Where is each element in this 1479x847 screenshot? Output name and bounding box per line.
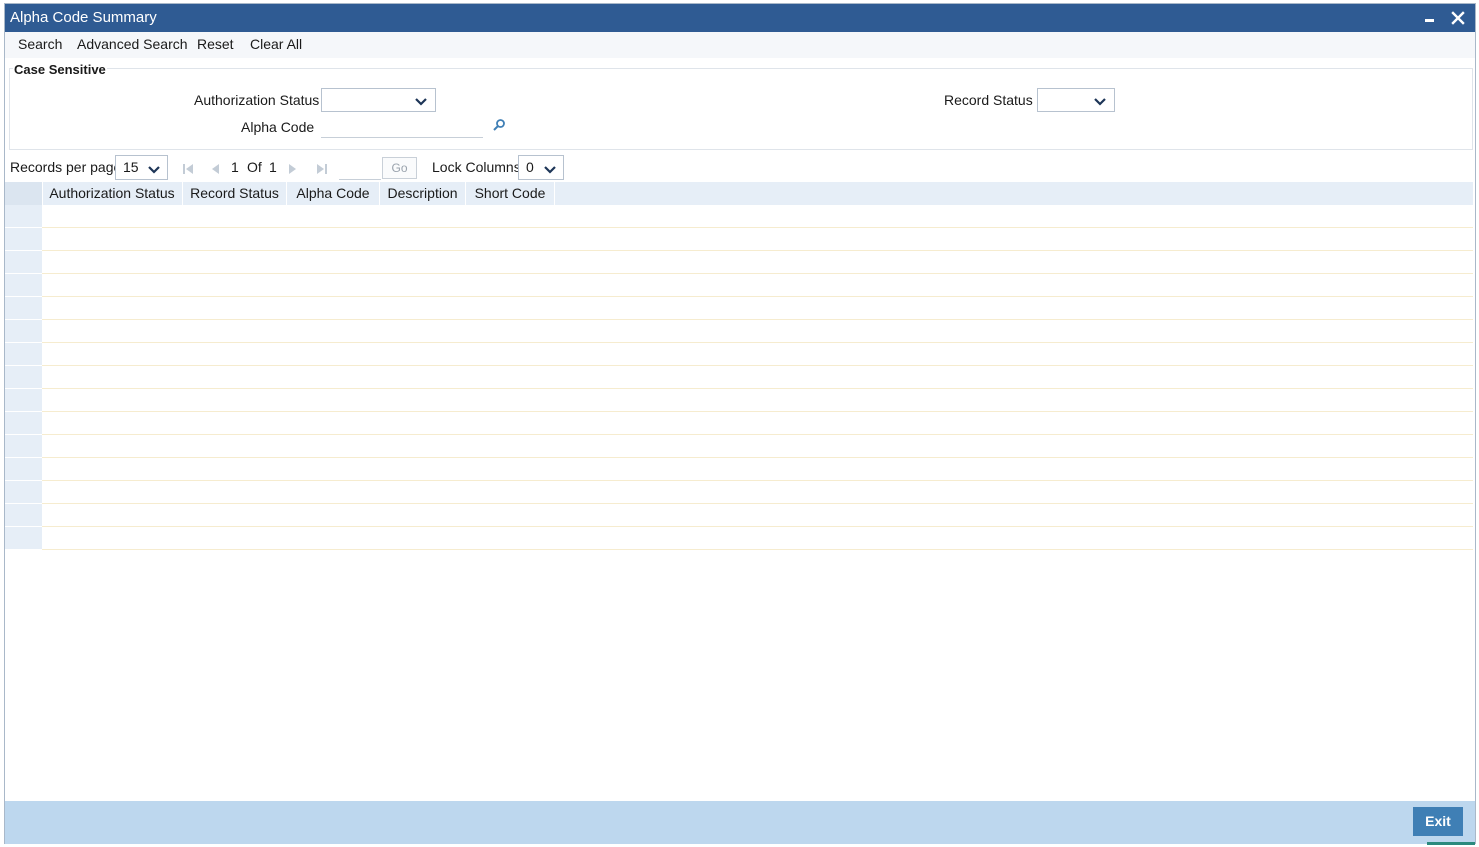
chevron-down-icon [414, 94, 428, 110]
row-selector[interactable] [5, 458, 42, 481]
row-selector[interactable] [5, 366, 42, 389]
exit-button[interactable]: Exit [1413, 807, 1463, 836]
record-status-select[interactable] [1037, 88, 1115, 112]
window-title: Alpha Code Summary [10, 9, 157, 26]
row-selector[interactable] [5, 320, 42, 343]
table-row[interactable] [42, 458, 1473, 481]
first-page-icon[interactable] [182, 162, 194, 178]
table-row[interactable] [42, 274, 1473, 297]
table-row[interactable] [42, 251, 1473, 274]
column-alpha-code[interactable]: Alpha Code [287, 182, 380, 205]
current-page: 1 [231, 159, 239, 175]
authorization-status-select[interactable] [321, 88, 436, 112]
search-criteria-panel [9, 68, 1473, 150]
table-row[interactable] [42, 389, 1473, 412]
minimize-icon[interactable] [1423, 10, 1437, 24]
alpha-code-summary-window: Alpha Code Summary Search Advanced Searc… [4, 3, 1476, 845]
reset-button[interactable]: Reset [197, 36, 234, 52]
table-row[interactable] [42, 527, 1473, 550]
page-number-input[interactable] [339, 159, 381, 180]
case-sensitive-legend: Case Sensitive [13, 62, 107, 77]
alpha-code-input[interactable] [321, 115, 483, 138]
clear-all-button[interactable]: Clear All [250, 36, 302, 52]
lock-columns-label: Lock Columns [432, 159, 521, 175]
lock-columns-select[interactable]: 0 [518, 155, 564, 180]
chevron-down-icon [1093, 94, 1107, 110]
row-selector[interactable] [5, 412, 42, 435]
authorization-status-label: Authorization Status [194, 92, 320, 108]
table-row[interactable] [42, 435, 1473, 458]
lock-columns-value: 0 [526, 159, 534, 175]
records-per-page-label: Records per page [10, 159, 122, 175]
table-row[interactable] [42, 343, 1473, 366]
select-all-cell[interactable] [5, 182, 43, 205]
last-page-icon[interactable] [316, 162, 328, 178]
footer-bar: Exit [5, 801, 1475, 845]
table-row[interactable] [42, 205, 1473, 228]
row-selector[interactable] [5, 481, 42, 504]
advanced-search-button[interactable]: Advanced Search [77, 36, 188, 52]
row-selector[interactable] [5, 504, 42, 527]
column-description[interactable]: Description [380, 182, 466, 205]
records-per-page-select[interactable]: 15 [115, 155, 168, 180]
go-button[interactable]: Go [382, 157, 417, 179]
footer-accent [1427, 842, 1475, 845]
row-selector[interactable] [5, 205, 42, 228]
table-row[interactable] [42, 228, 1473, 251]
previous-page-icon[interactable] [210, 162, 220, 178]
row-selector[interactable] [5, 274, 42, 297]
column-record-status[interactable]: Record Status [183, 182, 287, 205]
row-selector[interactable] [5, 435, 42, 458]
next-page-icon[interactable] [288, 162, 298, 178]
alpha-code-label: Alpha Code [241, 119, 315, 135]
row-selector[interactable] [5, 527, 42, 550]
row-selector[interactable] [5, 251, 42, 274]
close-icon[interactable] [1451, 11, 1465, 25]
column-short-code[interactable]: Short Code [466, 182, 555, 205]
chevron-down-icon [147, 162, 161, 178]
table-row[interactable] [42, 412, 1473, 435]
table-row[interactable] [42, 297, 1473, 320]
row-selector[interactable] [5, 228, 42, 251]
pagination-bar: Records per page 15 1 Of 1 Go Lock Colum… [5, 154, 1475, 182]
title-bar: Alpha Code Summary [5, 4, 1475, 32]
search-icon[interactable] [492, 118, 506, 135]
records-per-page-value: 15 [123, 159, 139, 175]
toolbar: Search Advanced Search Reset Clear All [5, 32, 1475, 58]
of-label: Of [247, 159, 262, 175]
table-row[interactable] [42, 366, 1473, 389]
search-button[interactable]: Search [18, 36, 62, 52]
row-selector[interactable] [5, 343, 42, 366]
table-row[interactable] [42, 320, 1473, 343]
chevron-down-icon [543, 162, 557, 178]
table-row[interactable] [42, 504, 1473, 527]
results-table-header: Authorization Status Record Status Alpha… [5, 182, 1473, 205]
column-authorization-status[interactable]: Authorization Status [42, 182, 183, 205]
row-selector[interactable] [5, 297, 42, 320]
table-row[interactable] [42, 481, 1473, 504]
record-status-label: Record Status [944, 92, 1033, 108]
row-selector[interactable] [5, 389, 42, 412]
total-pages: 1 [269, 159, 277, 175]
